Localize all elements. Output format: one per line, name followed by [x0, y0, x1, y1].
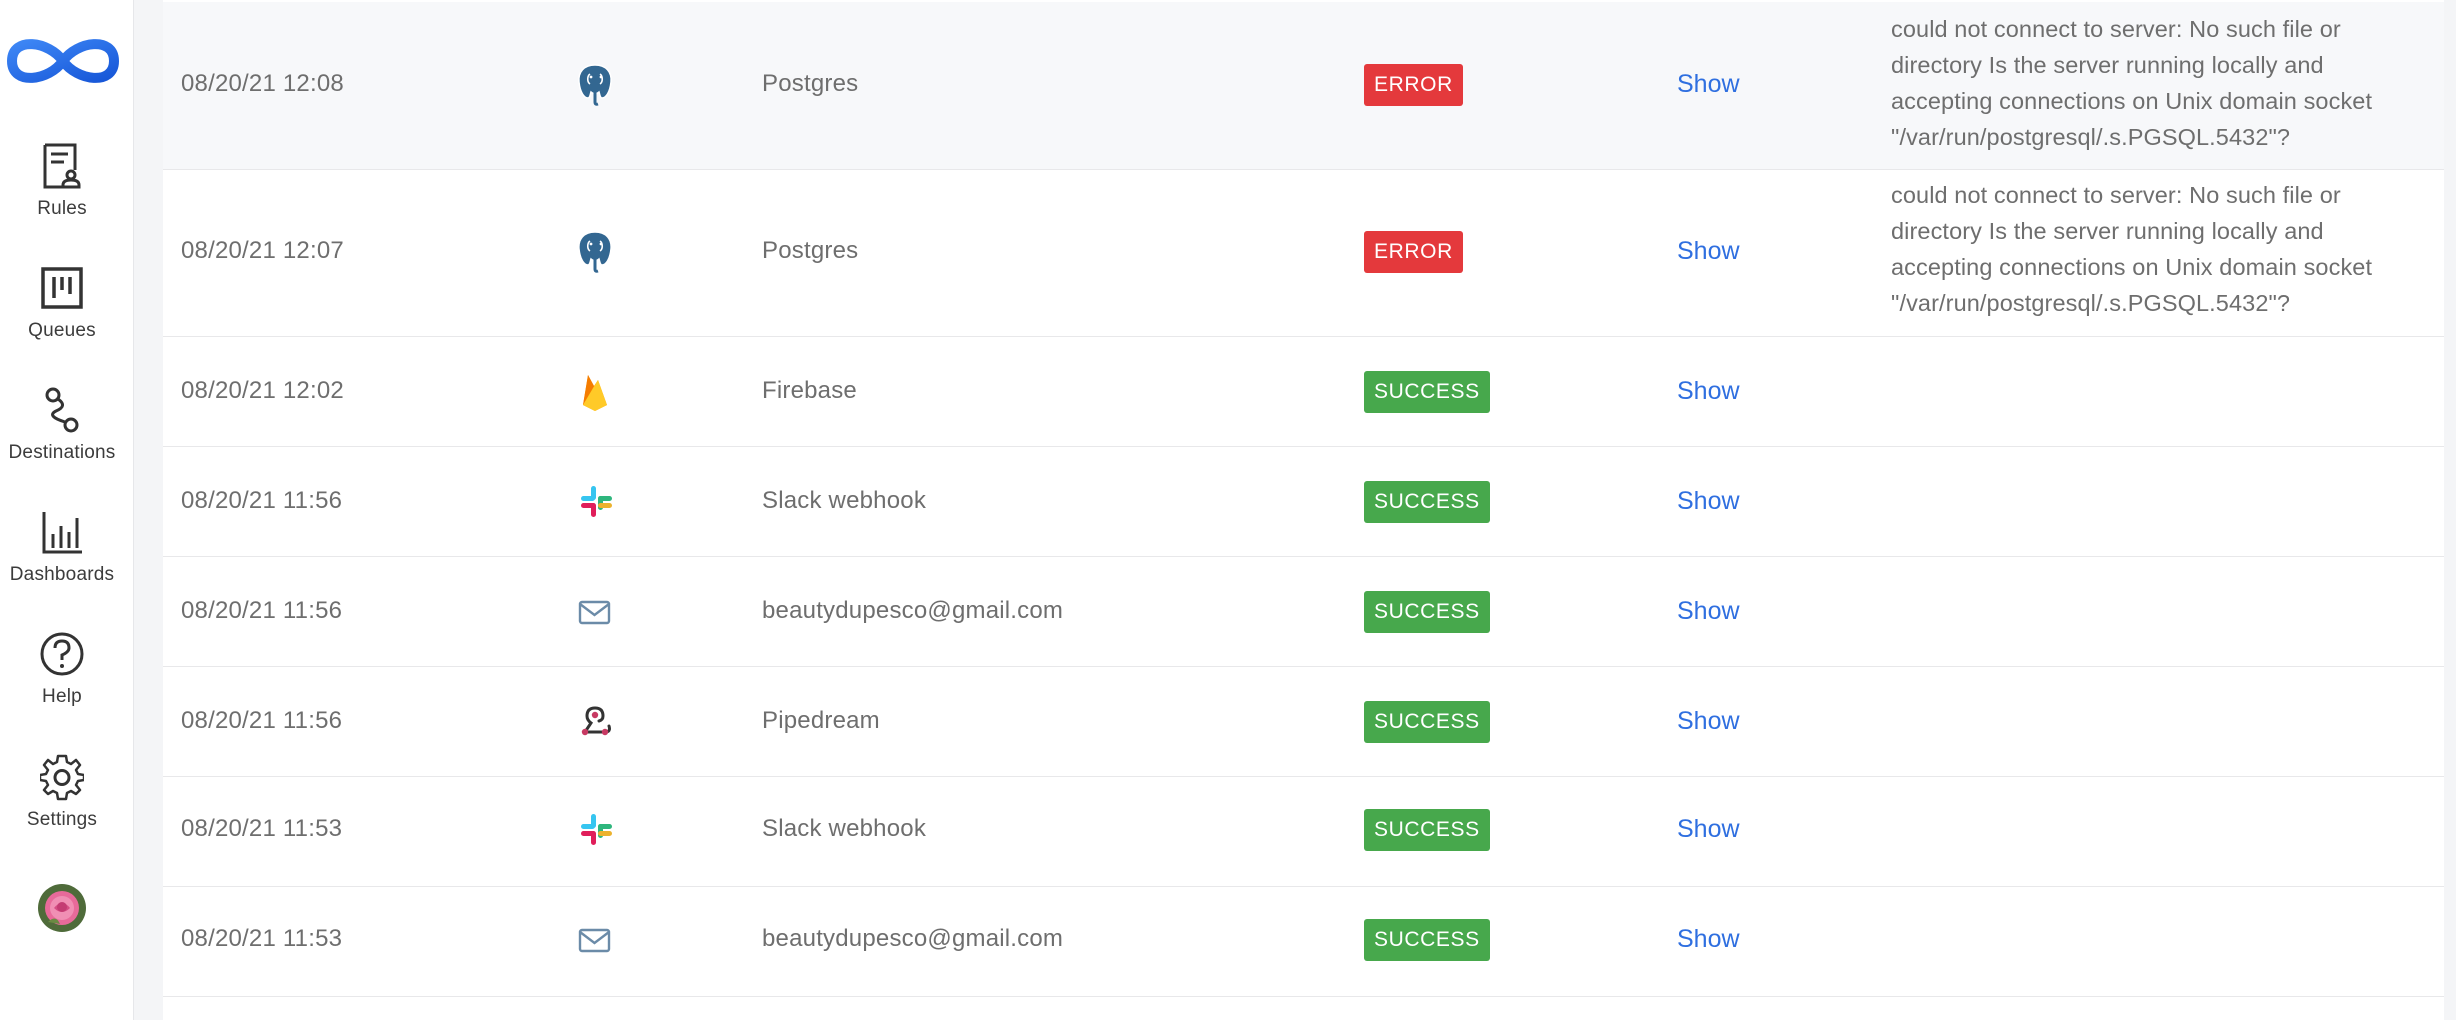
destination-name: beautydupesco@gmail.com	[762, 925, 1064, 952]
table-row[interactable]: 08/20/21 12:02 Firebase SUCCESS Show	[163, 337, 2444, 447]
status-badge: SUCCESS	[1364, 701, 1490, 743]
table-row[interactable]: 08/20/21 11:56 Slack webhook SUCCESS Sho…	[163, 447, 2444, 557]
run-log-table: 08/20/21 12:08 Postgres ERROR Show could…	[163, 0, 2444, 1020]
table-row[interactable]: 08/20/21 12:07 Postgres ERROR Show could…	[163, 170, 2444, 337]
table-row[interactable]: 08/20/21 11:53 Slack webhook SUCCESS Sho…	[163, 777, 2444, 887]
table-row[interactable]: 08/20/21 12:08 Postgres ERROR Show could…	[163, 2, 2444, 170]
help-icon	[40, 630, 84, 678]
run-date: 08/20/21 11:56	[181, 707, 343, 734]
run-date: 08/20/21 12:08	[181, 70, 344, 97]
rules-icon	[40, 142, 84, 190]
status-badge: ERROR	[1364, 64, 1463, 106]
pipedream-webhook-icon	[575, 700, 615, 744]
sidebar-item-label: Help	[42, 686, 82, 707]
dashboards-icon	[40, 508, 84, 556]
status-badge: SUCCESS	[1364, 809, 1490, 851]
table-row[interactable]: 08/20/21 11:56 beautydupesco@gmail.com S…	[163, 557, 2444, 667]
sidebar-item-destinations[interactable]: Destinations	[0, 386, 124, 486]
sidebar-item-label: Dashboards	[9, 564, 115, 585]
show-link[interactable]: Show	[1677, 815, 1740, 844]
status-badge: SUCCESS	[1364, 591, 1490, 633]
show-link[interactable]: Show	[1677, 925, 1740, 954]
run-date: 08/20/21 12:07	[181, 237, 344, 264]
sidebar-item-dashboards[interactable]: Dashboards	[0, 508, 124, 608]
destination-name: Slack webhook	[762, 815, 927, 842]
email-icon	[575, 918, 615, 962]
slack-icon	[575, 480, 615, 524]
table-row[interactable]: 08/20/21 11:56 Pipedream SUCCESS Show	[163, 667, 2444, 777]
show-link[interactable]: Show	[1677, 597, 1740, 626]
queues-icon	[40, 264, 84, 312]
postgres-icon	[575, 229, 615, 273]
destination-name: Firebase	[762, 377, 857, 404]
sidebar-item-label: Rules	[37, 198, 87, 219]
infinity-logo-icon[interactable]	[4, 26, 122, 96]
destination-name: Postgres	[762, 70, 859, 97]
sidebar-item-rules[interactable]: Rules	[0, 142, 124, 242]
firebase-icon	[575, 369, 615, 413]
sidebar-item-label: Destinations	[8, 442, 116, 463]
show-link[interactable]: Show	[1677, 487, 1740, 516]
sidebar-item-help[interactable]: Help	[0, 630, 124, 730]
show-link[interactable]: Show	[1677, 707, 1740, 736]
postgres-icon	[575, 62, 615, 106]
sidebar-item-label: Queues	[28, 320, 96, 341]
destination-name: beautydupesco@gmail.com	[762, 597, 1064, 624]
show-link[interactable]: Show	[1677, 237, 1740, 266]
status-badge: SUCCESS	[1364, 371, 1490, 413]
destination-name: Slack webhook	[762, 487, 927, 514]
run-date: 08/20/21 11:53	[181, 815, 343, 842]
sidebar-item-settings[interactable]: Settings	[0, 753, 124, 853]
sidebar-item-label: Settings	[26, 809, 98, 830]
settings-icon	[38, 753, 86, 801]
destination-name: Postgres	[762, 237, 859, 264]
sidebar-item-queues[interactable]: Queues	[0, 264, 124, 364]
destinations-icon	[40, 386, 84, 434]
error-message: could not connect to server: No such fil…	[1891, 16, 2373, 150]
run-date: 08/20/21 11:53	[181, 925, 343, 952]
rose-avatar-icon[interactable]	[38, 884, 86, 932]
sidebar: Rules Queues Destinations Dashboards Hel…	[0, 0, 134, 1020]
run-date: 08/20/21 12:02	[181, 377, 344, 404]
show-link[interactable]: Show	[1677, 70, 1740, 99]
app-root: Rules Queues Destinations Dashboards Hel…	[0, 0, 2456, 1020]
status-badge: ERROR	[1364, 231, 1463, 273]
run-date: 08/20/21 11:56	[181, 487, 343, 514]
error-message: could not connect to server: No such fil…	[1891, 182, 2373, 316]
slack-icon	[575, 808, 615, 852]
table-row[interactable]: 08/20/21 11:53 beautydupesco@gmail.com S…	[163, 887, 2444, 997]
run-date: 08/20/21 11:56	[181, 597, 343, 624]
status-badge: SUCCESS	[1364, 919, 1490, 961]
status-badge: SUCCESS	[1364, 481, 1490, 523]
destination-name: Pipedream	[762, 707, 880, 734]
show-link[interactable]: Show	[1677, 377, 1740, 406]
email-icon	[575, 590, 615, 634]
